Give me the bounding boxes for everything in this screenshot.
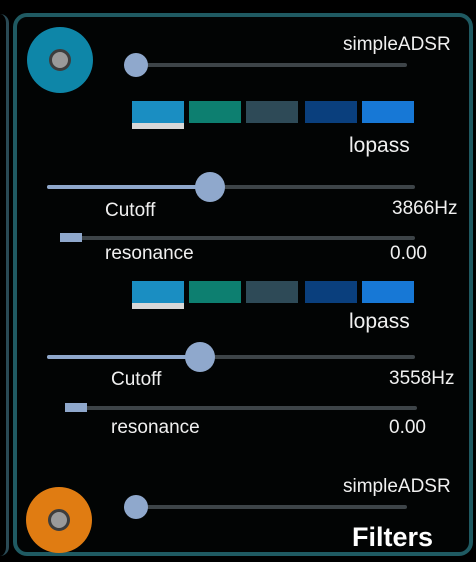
input-port[interactable]	[27, 27, 93, 93]
filter2-cutoff-label: Cutoff	[111, 369, 162, 390]
filter-type-swatch[interactable]	[132, 281, 184, 303]
filter-type-swatch[interactable]	[362, 281, 414, 303]
filter-type-swatch[interactable]	[189, 101, 241, 123]
top-adsr-slider-track[interactable]	[124, 63, 407, 67]
filter2-resonance-label: resonance	[111, 417, 200, 438]
output-port[interactable]	[26, 487, 92, 553]
panel-title: Filters	[352, 522, 434, 552]
filter2-cutoff-slider-knob[interactable]	[185, 342, 216, 372]
filter1-cutoff-slider-knob[interactable]	[195, 172, 226, 202]
filter1-cutoff-slider-track[interactable]	[47, 185, 415, 189]
filter1-resonance-value: 0.00	[390, 243, 427, 264]
selected-swatch-indicator	[132, 123, 184, 129]
filter-type-swatch[interactable]	[189, 281, 241, 303]
filter-type-swatch[interactable]	[362, 101, 414, 123]
filter1-cutoff-slider-fill	[47, 185, 211, 189]
filter1-type-label: lopass	[349, 134, 410, 157]
filter2-cutoff-slider-fill	[47, 355, 201, 359]
filters-module-view: simpleADSR lopass Cutoff 3866Hz resonanc…	[0, 0, 476, 562]
filter1-cutoff-value: 3866Hz	[392, 198, 458, 219]
filter-type-swatch[interactable]	[305, 101, 357, 123]
filter-type-swatch[interactable]	[246, 281, 298, 303]
filter-type-swatch[interactable]	[305, 281, 357, 303]
filter-type-swatch[interactable]	[132, 101, 184, 123]
port-jack-icon	[48, 509, 70, 531]
filter2-resonance-slider-handle[interactable]	[65, 403, 87, 412]
filter-type-swatch[interactable]	[246, 101, 298, 123]
filter2-resonance-slider-track[interactable]	[67, 406, 417, 410]
bottom-adsr-slider-track[interactable]	[124, 505, 407, 509]
selected-swatch-indicator	[132, 303, 184, 309]
filter1-resonance-slider-track[interactable]	[62, 236, 415, 240]
top-adsr-slider-knob[interactable]	[124, 53, 148, 77]
top-adsr-label: simpleADSR	[343, 34, 451, 55]
filter1-cutoff-label: Cutoff	[105, 200, 156, 221]
filter1-resonance-label: resonance	[105, 243, 194, 264]
filter2-resonance-value: 0.00	[389, 417, 426, 438]
bottom-adsr-label: simpleADSR	[343, 476, 451, 497]
filter2-cutoff-value: 3558Hz	[389, 368, 455, 389]
neighbor-panel-edge	[0, 14, 9, 556]
filters-panel[interactable]: simpleADSR lopass Cutoff 3866Hz resonanc…	[13, 13, 473, 556]
filter2-cutoff-slider-track[interactable]	[47, 355, 415, 359]
filter2-type-label: lopass	[349, 310, 410, 333]
bottom-adsr-slider-knob[interactable]	[124, 495, 148, 519]
filter1-resonance-slider-handle[interactable]	[60, 233, 82, 242]
port-jack-icon	[49, 49, 71, 71]
